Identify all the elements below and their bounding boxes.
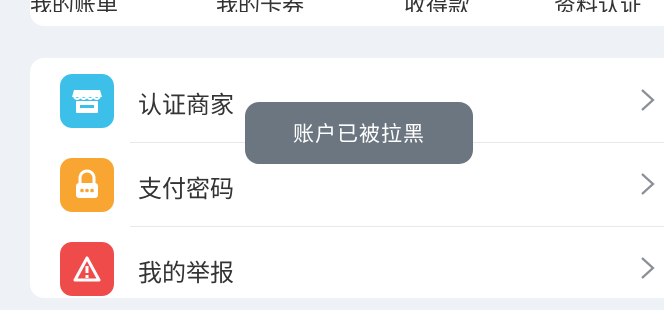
tab-my-bills[interactable]: 我的账单: [30, 0, 118, 12]
menu-item-label: 我的举报: [138, 259, 234, 287]
menu-item-label: 认证商家: [138, 91, 234, 119]
toast-notification: 账户已被拉黑: [245, 102, 473, 164]
top-action-tabs: 我的账单 我的卡券 收得款 资料认证: [30, 0, 664, 12]
chevron-right-icon: [641, 257, 655, 279]
tab-receive-payment[interactable]: 收得款: [404, 0, 470, 12]
tab-verification[interactable]: 资料认证: [554, 0, 642, 12]
chevron-right-icon: [641, 89, 655, 111]
lock-icon: [60, 158, 114, 212]
report-icon: [60, 242, 114, 296]
chevron-right-icon: [641, 173, 655, 195]
menu-item-my-reports[interactable]: 我的举报: [30, 226, 664, 310]
store-icon: [60, 74, 114, 128]
tab-my-coupons[interactable]: 我的卡券: [216, 0, 304, 12]
menu-card: 认证商家 支付密码 我的举报: [30, 58, 664, 298]
toast-message: 账户已被拉黑: [293, 122, 425, 146]
menu-item-label: 支付密码: [138, 175, 234, 203]
